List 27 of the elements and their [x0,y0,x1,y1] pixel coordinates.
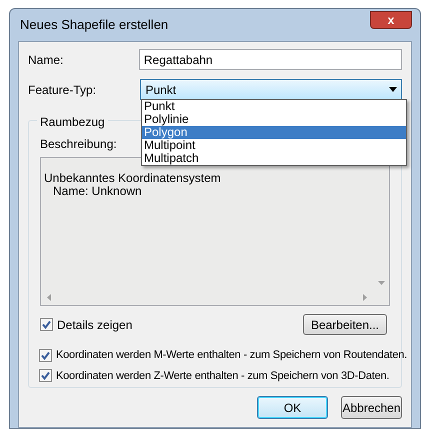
close-button[interactable]: x [370,11,412,29]
dropdown-option[interactable]: Punkt [142,100,406,113]
checkbox[interactable] [40,318,53,331]
details-label: Details zeigen [57,316,132,334]
dropdown-option[interactable]: Polylinie [142,113,406,126]
scroll-left-icon[interactable] [47,294,51,300]
feature-type-label: Feature-Typ: [28,82,98,98]
checkbox[interactable] [39,348,52,362]
option-label: Koordinaten werden M-Werte enthalten - zum Speichern von Routendaten. [56,348,408,363]
edit-button[interactable]: Bearbeiten... [302,314,387,335]
name-label: Name: [28,52,64,68]
description-text: Unbekanntes Koordinatensystem [44,172,222,185]
ok-button[interactable]: OK [257,396,328,419]
window-title: Neues Shapefile erstellen [20,16,168,34]
scroll-down-icon[interactable] [378,281,384,285]
description-label: Beschreibung: [40,136,117,153]
feature-type-dropdown[interactable]: Punkt [140,79,402,100]
checkbox[interactable] [39,369,52,382]
dropdown-option[interactable]: Polygon [142,126,406,139]
description-text: Name: Unknown [52,185,142,198]
dropdown-option[interactable]: Multipatch [142,152,406,165]
scroll-right-icon[interactable] [363,294,367,300]
dropdown-option[interactable]: Multipoint [142,139,406,152]
cancel-button[interactable]: Abbrechen [341,396,402,419]
caret-icon [389,87,397,92]
option-label: Koordinaten werden Z-Werte enthalten - zum Speichern von 3D-Daten. [56,368,390,384]
name-field[interactable]: Regattabahn [138,49,402,70]
